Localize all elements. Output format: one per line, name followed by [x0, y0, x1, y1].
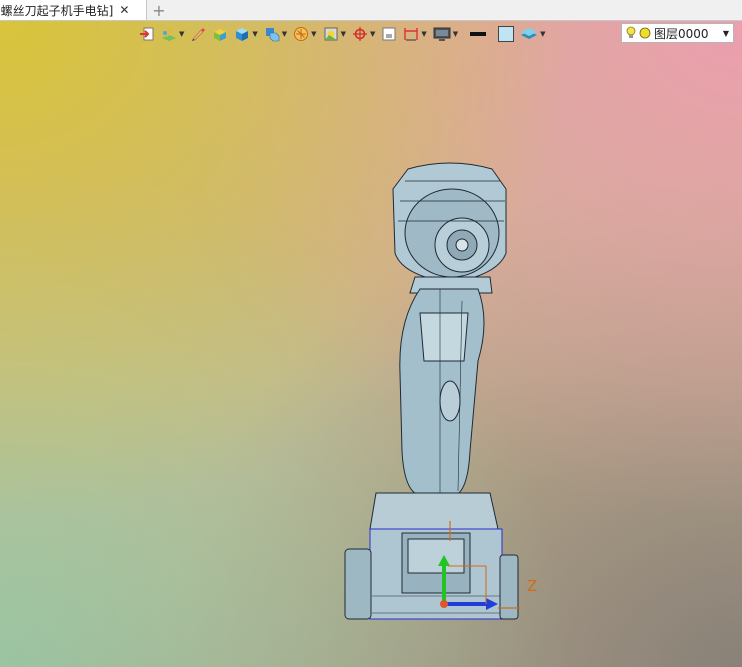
chevron-down-icon: ▼ — [452, 30, 459, 38]
close-icon[interactable]: ✕ — [119, 3, 129, 17]
sketch-plane-button[interactable]: ▼ — [158, 23, 187, 45]
dimension-button[interactable]: ▼ — [400, 23, 429, 45]
exit-sketch-button[interactable] — [136, 23, 158, 45]
document-tab[interactable]: ]螺丝刀起子机手电钻] ✕ — [0, 0, 147, 20]
extrude-icon — [214, 29, 227, 41]
new-tab-button[interactable]: + — [150, 0, 168, 20]
pencil-icon — [192, 28, 206, 41]
chevron-down-icon: ▼ — [540, 30, 546, 38]
render-mode-button[interactable]: ▼ — [320, 23, 349, 45]
pencil-button[interactable] — [187, 23, 209, 45]
exit-sketch-icon — [140, 27, 154, 41]
chevron-down-icon: ▼ — [252, 30, 258, 38]
layer-stack-button[interactable]: ▼ — [517, 23, 548, 45]
solid-cube-button[interactable]: ▼ — [231, 23, 260, 45]
layer-select[interactable]: 图层0000 ▼ — [621, 23, 734, 43]
view-toolbar: ▼ ▼ ▼ ▼ ▼ ▼ ▼ ▼ ▼ — [136, 23, 549, 45]
chevron-down-icon[interactable]: ▼ — [723, 29, 729, 38]
view-cube-button[interactable]: ▼ — [261, 23, 290, 45]
view-cube-icon — [265, 28, 280, 42]
lightbulb-icon — [626, 26, 636, 38]
dimension-icon — [404, 28, 419, 41]
display-button[interactable]: ▼ — [430, 23, 461, 45]
layer-name: 图层0000 — [654, 26, 709, 41]
line-color-button[interactable] — [467, 23, 489, 45]
snap-filter-icon — [294, 27, 309, 41]
layer-color-dot-icon — [639, 27, 651, 39]
power-drill-model[interactable] — [330, 151, 560, 631]
target-button[interactable]: ▼ — [349, 23, 378, 45]
layer-stack-icon — [521, 28, 538, 39]
face-color-swatch — [498, 26, 515, 42]
3d-viewport[interactable]: ▼ ▼ ▼ ▼ ▼ ▼ ▼ ▼ ▼ 图层0000 ▼ Z — [0, 21, 742, 667]
sketch-plane-icon — [162, 28, 176, 41]
chevron-down-icon: ▼ — [340, 30, 346, 38]
chevron-down-icon: ▼ — [179, 30, 185, 38]
document-tab-title: ]螺丝刀起子机手电钻] — [0, 3, 114, 18]
display-icon — [433, 27, 451, 41]
zoom-fit-button[interactable] — [378, 23, 400, 45]
chevron-down-icon: ▼ — [369, 30, 376, 38]
render-mode-icon — [324, 27, 338, 41]
z-axis-label: Z — [527, 577, 538, 595]
target-icon — [352, 27, 367, 41]
chevron-down-icon: ▼ — [421, 30, 427, 38]
face-color-button[interactable] — [495, 23, 517, 45]
chevron-down-icon: ▼ — [281, 30, 288, 38]
line-color-swatch — [470, 32, 487, 36]
chevron-down-icon: ▼ — [311, 30, 317, 38]
zoom-fit-icon — [382, 27, 396, 41]
snap-filter-button[interactable]: ▼ — [290, 23, 319, 45]
tab-bar: ]螺丝刀起子机手电钻] ✕ + — [0, 0, 742, 21]
extrude-button[interactable] — [209, 23, 231, 45]
solid-cube-icon — [236, 28, 249, 41]
